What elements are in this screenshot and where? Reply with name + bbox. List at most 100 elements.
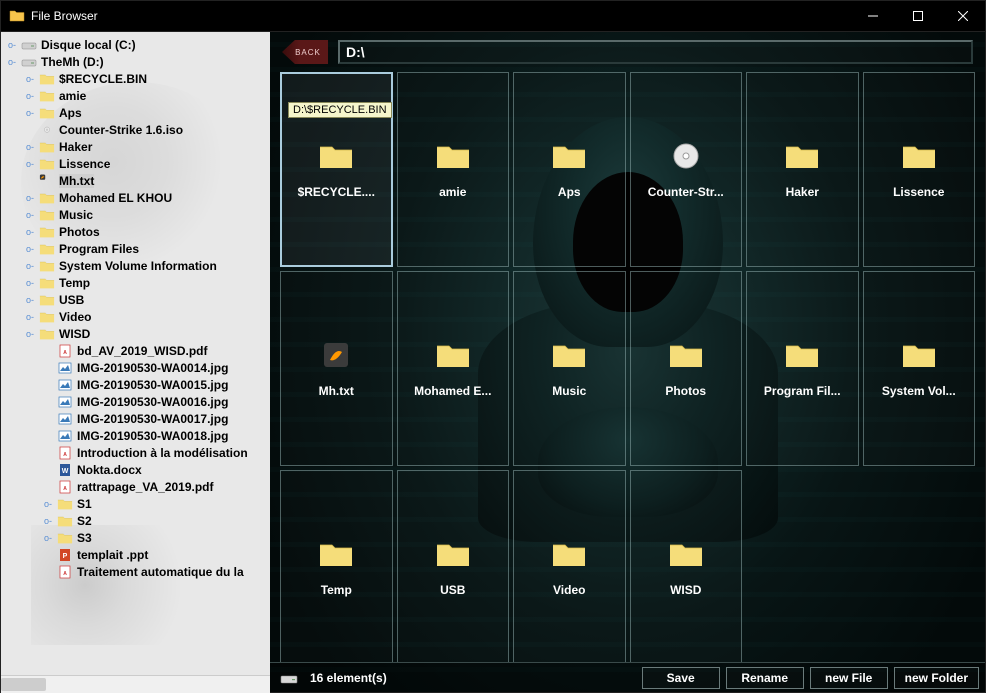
tree-toggle-icon[interactable]: o- [23, 327, 37, 341]
tree-row[interactable]: Mh.txt [1, 172, 270, 189]
tree-row[interactable]: o-amie [1, 87, 270, 104]
grid-item[interactable]: Photos [630, 271, 743, 466]
tree-toggle-icon[interactable]: o- [23, 276, 37, 290]
newfile-button[interactable]: new File [810, 667, 888, 689]
tree-row[interactable]: o- S1 [1, 495, 270, 512]
tree-row[interactable]: IMG-20190530-WA0017.jpg [1, 410, 270, 427]
grid-item[interactable]: Lissence [863, 72, 976, 267]
folder-tree[interactable]: o-Disque local (C:)o-TheMh (D:)o-$RECYCL… [1, 36, 270, 580]
tree-toggle-icon[interactable]: o- [5, 38, 19, 52]
titlebar[interactable]: File Browser [1, 1, 985, 31]
tree-row[interactable]: IMG-20190530-WA0016.jpg [1, 393, 270, 410]
grid-item[interactable]: Counter-Str... [630, 72, 743, 267]
tree-label: USB [59, 293, 84, 307]
img-icon [57, 429, 73, 443]
tree-row[interactable]: o-Haker [1, 138, 270, 155]
word-icon: W [57, 463, 73, 477]
save-button[interactable]: Save [642, 667, 720, 689]
tree-toggle-icon[interactable]: o- [23, 208, 37, 222]
path-bar[interactable]: D:\ [338, 40, 973, 64]
window-controls [850, 1, 985, 31]
folder-icon [39, 157, 55, 171]
drive-icon [21, 38, 37, 52]
tree-row[interactable]: o-Disque local (C:) [1, 36, 270, 53]
grid-item[interactable]: D:\$RECYCLE.BIN$RECYCLE.... [280, 72, 393, 267]
tree-label: bd_AV_2019_WISD.pdf [77, 344, 207, 358]
tree-row[interactable]: W Nokta.docx [1, 461, 270, 478]
grid-item[interactable]: Aps [513, 72, 626, 267]
tree-toggle-icon[interactable]: o- [23, 89, 37, 103]
svg-text:A: A [63, 486, 67, 492]
tree-row[interactable]: o-Lissence [1, 155, 270, 172]
tree-row[interactable]: o-S3 [1, 529, 270, 546]
grid-item[interactable]: Music [513, 271, 626, 466]
tree-row[interactable]: o- Mohamed EL KHOU [1, 189, 270, 206]
tree-label: Nokta.docx [77, 463, 142, 477]
grid-item[interactable]: Temp [280, 470, 393, 662]
tree-row[interactable]: o-Photos [1, 223, 270, 240]
grid-item-label: $RECYCLE.... [294, 185, 379, 199]
tree-toggle-icon[interactable]: o- [23, 293, 37, 307]
grid-item[interactable]: amie [397, 72, 510, 267]
tree-row[interactable]: o-TheMh (D:) [1, 53, 270, 70]
tree-row[interactable]: AIntroduction à la modélisation [1, 444, 270, 461]
grid-item[interactable]: Video [513, 470, 626, 662]
tree-row[interactable]: o-Temp [1, 274, 270, 291]
scrollbar-thumb[interactable] [1, 678, 46, 691]
folder-icon [551, 539, 587, 569]
tree-container[interactable]: o-Disque local (C:)o-TheMh (D:)o-$RECYCL… [1, 32, 270, 675]
tree-row[interactable]: IMG-20190530-WA0014.jpg [1, 359, 270, 376]
tree-toggle-icon[interactable]: o- [23, 191, 37, 205]
grid-item[interactable]: Mh.txt [280, 271, 393, 466]
tree-row[interactable]: o-WISD [1, 325, 270, 342]
tree-row[interactable]: o-Video [1, 308, 270, 325]
tree-label: S1 [77, 497, 92, 511]
back-button[interactable]: BACK [282, 40, 328, 64]
tree-row[interactable]: o-Aps [1, 104, 270, 121]
grid-item[interactable]: WISD [630, 470, 743, 662]
tree-toggle-icon[interactable]: o- [23, 259, 37, 273]
sidebar-hscrollbar[interactable] [1, 675, 270, 692]
grid-item[interactable]: Mohamed E... [397, 271, 510, 466]
body: o-Disque local (C:)o-TheMh (D:)o-$RECYCL… [1, 31, 985, 692]
tree-row[interactable]: Counter-Strike 1.6.iso [1, 121, 270, 138]
grid-item[interactable]: Program Fil... [746, 271, 859, 466]
disc-icon [668, 141, 704, 171]
tree-row[interactable]: IMG-20190530-WA0015.jpg [1, 376, 270, 393]
tree-toggle-icon[interactable]: o- [23, 72, 37, 86]
tree-toggle-icon[interactable]: o- [23, 310, 37, 324]
grid-item[interactable]: Haker [746, 72, 859, 267]
tree-toggle-icon[interactable]: o- [41, 497, 55, 511]
tree-row[interactable]: o- USB [1, 291, 270, 308]
tree-toggle-icon[interactable]: o- [41, 531, 55, 545]
tree-label: Mohamed EL KHOU [59, 191, 172, 205]
tree-row[interactable]: Abd_AV_2019_WISD.pdf [1, 342, 270, 359]
maximize-button[interactable] [895, 1, 940, 31]
grid-item[interactable]: System Vol... [863, 271, 976, 466]
tree-toggle-icon[interactable]: o- [23, 106, 37, 120]
folder-icon [551, 340, 587, 370]
tree-row[interactable]: o-Music [1, 206, 270, 223]
tree-toggle-icon[interactable]: o- [5, 55, 19, 69]
tree-row[interactable]: IMG-20190530-WA0018.jpg [1, 427, 270, 444]
rename-button[interactable]: Rename [726, 667, 804, 689]
close-button[interactable] [940, 1, 985, 31]
tree-toggle-icon[interactable]: o- [23, 157, 37, 171]
grid-item[interactable]: USB [397, 470, 510, 662]
tree-row[interactable]: ATraitement automatique du la [1, 563, 270, 580]
tree-toggle-icon[interactable]: o- [23, 140, 37, 154]
tree-row[interactable]: o-Program Files [1, 240, 270, 257]
minimize-button[interactable] [850, 1, 895, 31]
grid-container[interactable]: D:\$RECYCLE.BIN$RECYCLE....amieApsCounte… [270, 66, 985, 662]
newfolder-button[interactable]: new Folder [894, 667, 979, 689]
tree-toggle-icon[interactable]: o- [23, 242, 37, 256]
tree-row[interactable]: o-$RECYCLE.BIN [1, 70, 270, 87]
tree-row[interactable]: Ptemplait .ppt [1, 546, 270, 563]
tree-row[interactable]: Arattrapage_VA_2019.pdf [1, 478, 270, 495]
tree-toggle-icon[interactable]: o- [41, 514, 55, 528]
tree-toggle-icon[interactable]: o- [23, 225, 37, 239]
file-grid[interactable]: D:\$RECYCLE.BIN$RECYCLE....amieApsCounte… [280, 72, 975, 662]
tree-row[interactable]: o-S2 [1, 512, 270, 529]
tree-row[interactable]: o-System Volume Information [1, 257, 270, 274]
scrollbar-track[interactable] [1, 676, 270, 693]
